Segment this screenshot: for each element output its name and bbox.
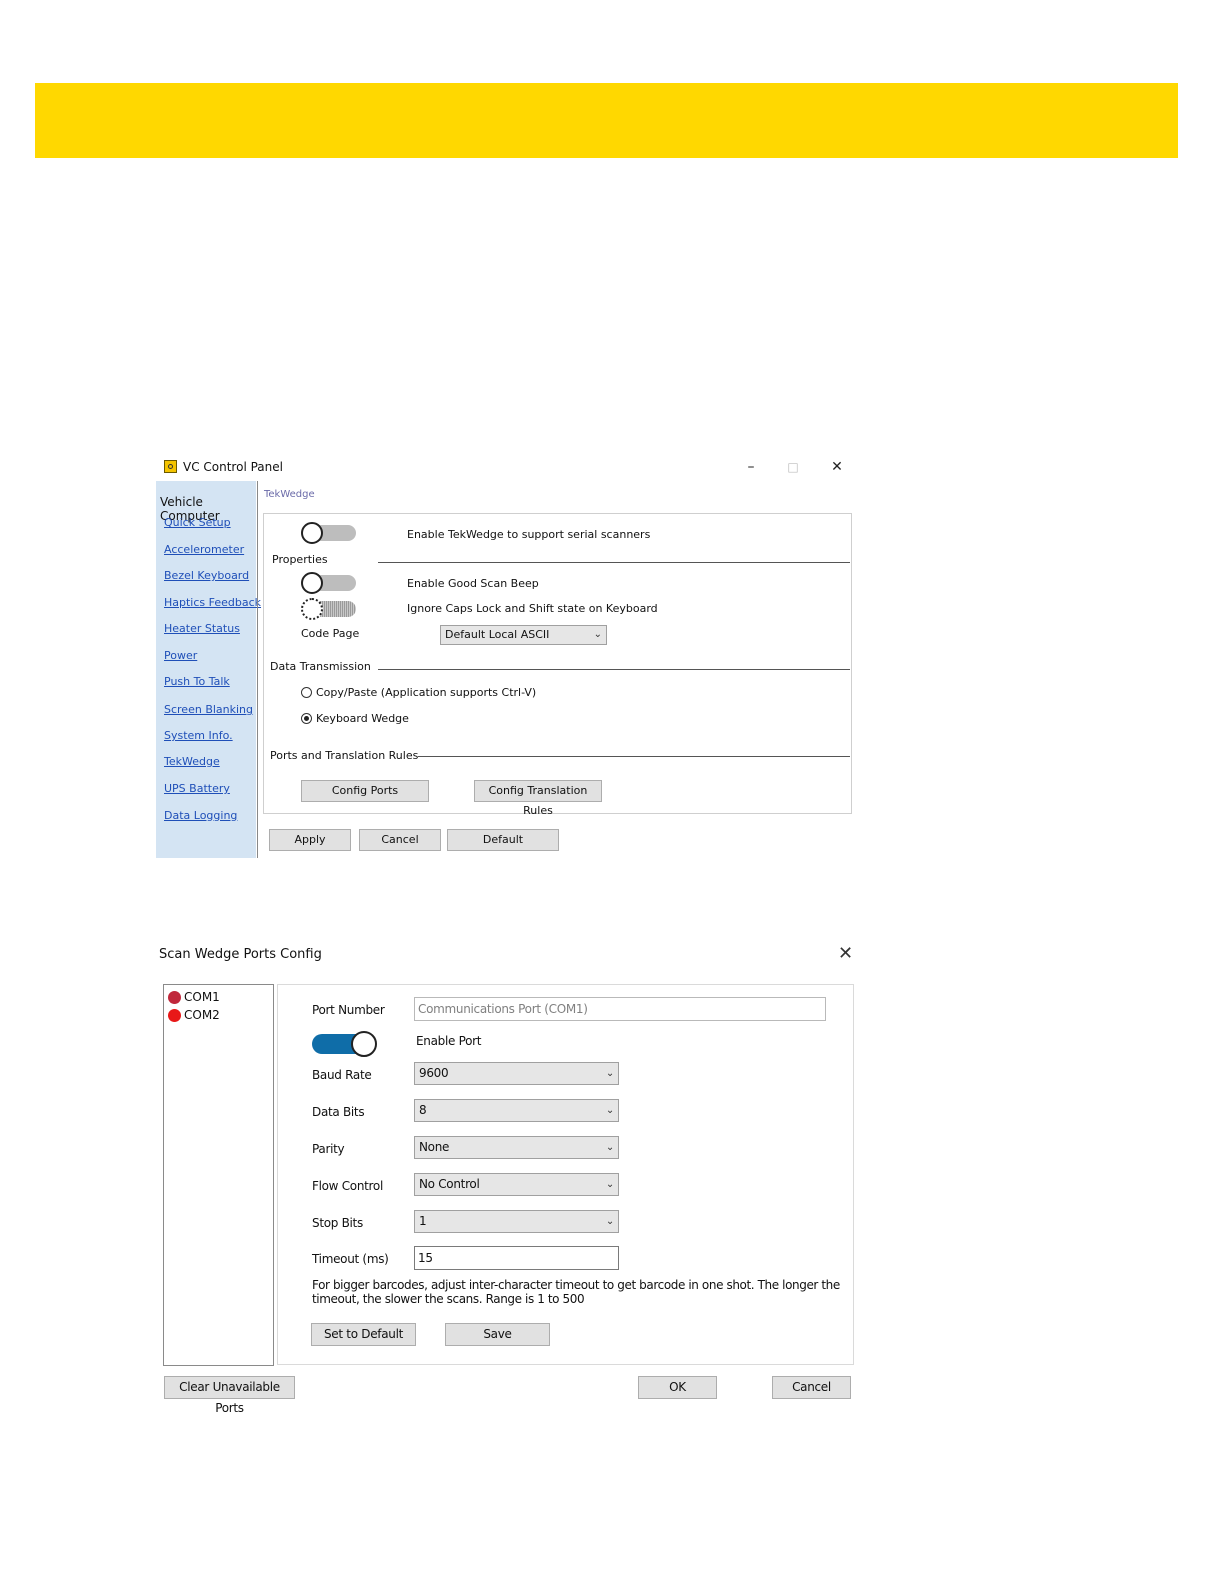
enable-port-toggle[interactable] — [312, 1031, 377, 1057]
cancel-button[interactable]: Cancel — [772, 1376, 851, 1399]
data-transmission-heading: Data Transmission — [270, 660, 371, 673]
chevron-down-icon: ⌄ — [605, 1142, 614, 1153]
parity-label: Parity — [312, 1142, 345, 1156]
stop-bits-value: 1 — [419, 1214, 427, 1228]
sidebar-item-haptics-feedback[interactable]: Haptics Feedback — [164, 596, 261, 609]
list-item-com2[interactable]: COM2 — [167, 1007, 271, 1024]
sidebar-divider — [257, 481, 258, 858]
data-bits-label: Data Bits — [312, 1105, 365, 1119]
baud-rate-select[interactable]: 9600 ⌄ — [414, 1062, 619, 1085]
apply-button[interactable]: Apply — [269, 829, 351, 851]
chevron-down-icon: ⌄ — [605, 1068, 614, 1079]
ignore-caps-label: Ignore Caps Lock and Shift state on Keyb… — [407, 602, 658, 615]
config-ports-button[interactable]: Config Ports — [301, 780, 429, 802]
parity-value: None — [419, 1140, 450, 1154]
breadcrumb: TekWedge — [264, 489, 315, 500]
code-page-value: Default Local ASCII — [445, 628, 550, 641]
tekwedge-settings-panel: Enable TekWedge to support serial scanne… — [263, 513, 852, 817]
clear-unavailable-ports-button[interactable]: Clear Unavailable Ports — [164, 1376, 295, 1415]
close-button[interactable]: ✕ — [838, 943, 853, 964]
maximize-button[interactable]: □ — [773, 455, 813, 479]
ports-rules-divider — [418, 756, 850, 757]
ports-rules-heading: Ports and Translation Rules — [270, 749, 419, 762]
app-icon — [164, 460, 177, 473]
config-translation-rules-button[interactable]: Config Translation Rules — [474, 780, 602, 817]
sidebar-item-quick-setup[interactable]: Quick Setup — [164, 516, 231, 529]
flow-control-select[interactable]: No Control ⌄ — [414, 1173, 619, 1196]
sidebar: Vehicle Computer Quick Setup Acceleromet… — [156, 481, 261, 858]
ports-config-window: Scan Wedge Ports Config ✕ COM1 COM2 Port… — [156, 942, 856, 1415]
sidebar-item-system-info[interactable]: System Info. — [164, 729, 233, 742]
timeout-input[interactable]: 15 — [414, 1246, 619, 1270]
code-page-select[interactable]: Default Local ASCII ⌄ — [440, 625, 607, 645]
minimize-button[interactable]: – — [731, 455, 771, 479]
flow-control-label: Flow Control — [312, 1179, 383, 1193]
good-scan-beep-label: Enable Good Scan Beep — [407, 577, 539, 590]
port-settings-panel: Port Number Communications Port (COM1) E… — [277, 984, 854, 1365]
copy-paste-radio[interactable] — [301, 687, 312, 698]
sidebar-item-accelerometer[interactable]: Accelerometer — [164, 543, 244, 556]
close-button[interactable]: ✕ — [817, 455, 857, 479]
default-button[interactable]: Default — [447, 829, 559, 851]
port-status-icon — [168, 991, 181, 1004]
chevron-down-icon: ⌄ — [605, 1179, 614, 1190]
sidebar-item-screen-blanking[interactable]: Screen Blanking — [164, 703, 253, 716]
timeout-note: For bigger barcodes, adjust inter-charac… — [312, 1278, 840, 1306]
stop-bits-label: Stop Bits — [312, 1216, 363, 1230]
save-button[interactable]: Save — [445, 1323, 550, 1346]
good-scan-beep-toggle[interactable] — [301, 572, 356, 594]
chevron-down-icon: ⌄ — [605, 1105, 614, 1116]
keyboard-wedge-label: Keyboard Wedge — [316, 712, 409, 725]
baud-rate-label: Baud Rate — [312, 1068, 372, 1082]
window-title: VC Control Panel — [183, 460, 283, 474]
data-bits-select[interactable]: 8 ⌄ — [414, 1099, 619, 1122]
cancel-button[interactable]: Cancel — [359, 829, 441, 851]
data-transmission-divider — [378, 669, 850, 670]
sidebar-item-power[interactable]: Power — [164, 649, 197, 662]
enable-tekwedge-toggle[interactable] — [301, 522, 356, 544]
properties-divider — [378, 562, 850, 563]
baud-rate-value: 9600 — [419, 1066, 449, 1080]
window-title: Scan Wedge Ports Config — [159, 947, 322, 962]
toggle-knob — [301, 598, 323, 620]
port-name: COM2 — [184, 1008, 220, 1022]
sidebar-item-bezel-keyboard[interactable]: Bezel Keyboard — [164, 569, 249, 582]
sidebar-item-tekwedge[interactable]: TekWedge — [164, 755, 220, 768]
set-to-default-button[interactable]: Set to Default — [311, 1323, 416, 1346]
timeout-label: Timeout (ms) — [312, 1252, 389, 1266]
copy-paste-label: Copy/Paste (Application supports Ctrl-V) — [316, 686, 537, 699]
sidebar-item-push-to-talk[interactable]: Push To Talk — [164, 675, 230, 688]
data-bits-value: 8 — [419, 1103, 427, 1117]
header-banner — [35, 83, 1178, 158]
sidebar-item-heater-status[interactable]: Heater Status — [164, 622, 240, 635]
port-list: COM1 COM2 — [163, 984, 274, 1366]
toggle-knob — [301, 522, 323, 544]
port-name: COM1 — [184, 990, 220, 1004]
toggle-knob — [351, 1031, 377, 1057]
code-page-label: Code Page — [301, 627, 360, 640]
port-number-field[interactable]: Communications Port (COM1) — [414, 997, 826, 1021]
ok-button[interactable]: OK — [638, 1376, 717, 1399]
enable-port-label: Enable Port — [416, 1034, 482, 1048]
ignore-caps-toggle[interactable] — [301, 598, 356, 620]
properties-heading: Properties — [272, 553, 328, 566]
flow-control-value: No Control — [419, 1177, 480, 1191]
toggle-knob — [301, 572, 323, 594]
list-item-com1[interactable]: COM1 — [167, 989, 271, 1006]
chevron-down-icon: ⌄ — [605, 1216, 614, 1227]
sidebar-item-ups-battery[interactable]: UPS Battery — [164, 782, 230, 795]
title-bar: VC Control Panel – □ ✕ — [156, 453, 856, 481]
enable-tekwedge-label: Enable TekWedge to support serial scanne… — [407, 528, 651, 541]
parity-select[interactable]: None ⌄ — [414, 1136, 619, 1159]
stop-bits-select[interactable]: 1 ⌄ — [414, 1210, 619, 1233]
chevron-down-icon: ⌄ — [593, 629, 602, 640]
keyboard-wedge-radio[interactable] — [301, 713, 312, 724]
port-status-icon — [168, 1009, 181, 1022]
vc-control-panel-window: VC Control Panel – □ ✕ Vehicle Computer … — [156, 453, 856, 858]
sidebar-item-data-logging[interactable]: Data Logging — [164, 809, 237, 822]
port-number-label: Port Number — [312, 1003, 385, 1017]
